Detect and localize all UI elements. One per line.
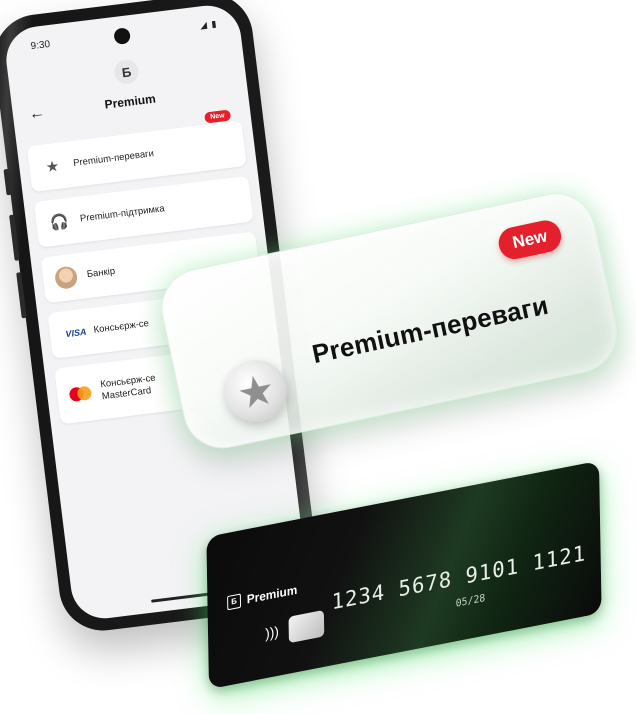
glass-card-title: Premium-переваги: [309, 289, 551, 370]
star-icon: ★: [44, 157, 61, 177]
new-badge: New: [495, 217, 565, 262]
bank-logo-icon: Б: [227, 593, 242, 611]
card-expiry: 05/28: [455, 592, 486, 610]
list-item-label: Консьєрж-се: [93, 318, 150, 336]
new-badge: New: [203, 109, 232, 124]
card-chip: [288, 609, 325, 644]
list-item-label: Premium-переваги: [72, 148, 155, 169]
status-icons: ◢ ▮: [199, 18, 218, 31]
card-brand: Б Premium: [227, 583, 297, 611]
camera-cutout: [113, 27, 132, 45]
list-item-label: Банкір: [86, 265, 116, 281]
card-brand-label: Premium: [246, 582, 298, 607]
list-item-label: Консьєрж-се MasterCard: [100, 373, 158, 404]
app-logo-icon: Б: [113, 58, 140, 86]
headset-icon: 🎧: [49, 213, 70, 233]
visa-icon: VISA: [64, 326, 87, 340]
star-icon: ★: [219, 354, 293, 428]
mastercard-icon: [68, 382, 93, 407]
list-item-label: Premium-підтримка: [79, 203, 166, 225]
avatar-icon: [53, 265, 79, 290]
contactless-icon: ))): [265, 622, 280, 642]
status-time: 9:30: [30, 38, 51, 53]
